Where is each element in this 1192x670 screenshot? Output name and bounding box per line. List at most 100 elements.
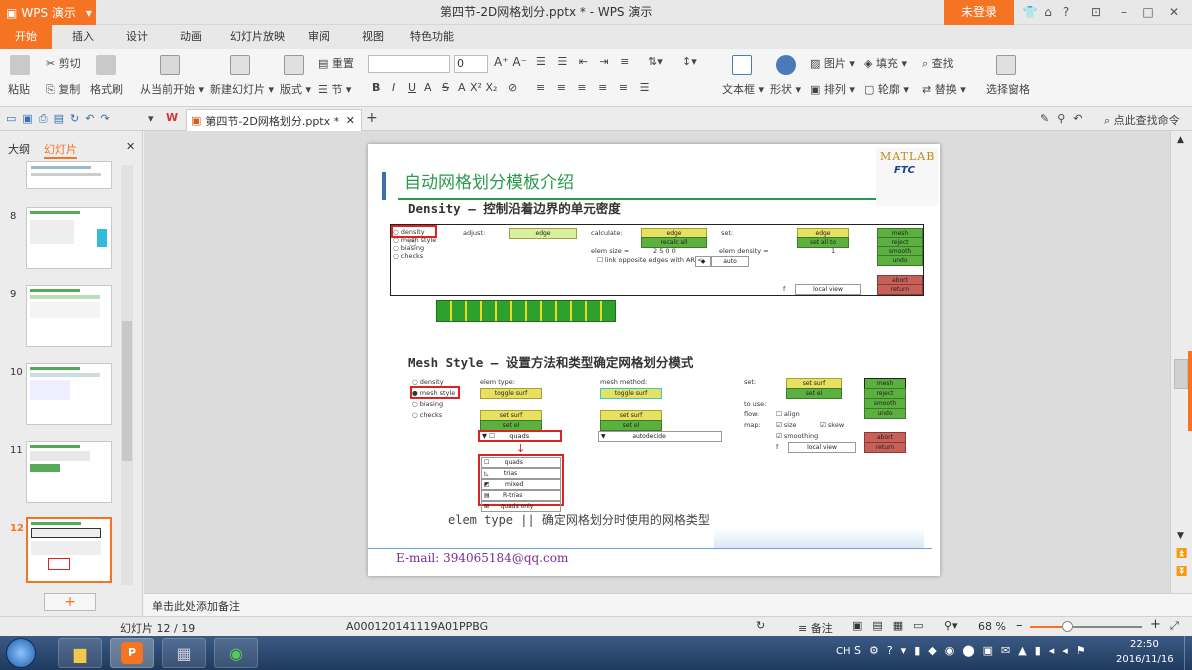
select-pane-button[interactable]: 选择窗格 — [986, 81, 1030, 97]
font-size-select[interactable]: 0 — [454, 55, 488, 73]
fit-icon[interactable]: ⚲▾ — [944, 619, 958, 632]
shape-button[interactable]: 形状 ▾ — [770, 81, 801, 97]
quick-access-dropdown-icon[interactable]: ▾ — [148, 112, 154, 125]
minimize-icon[interactable]: – — [1116, 4, 1132, 20]
scroll-thumb[interactable] — [1174, 359, 1188, 389]
grow-font-icon[interactable]: A⁺ A⁻ — [494, 55, 527, 69]
new-tab-icon[interactable]: + — [366, 110, 378, 126]
scroll-up-icon[interactable]: ▲ — [1177, 135, 1184, 145]
browser-task[interactable]: ◉ — [214, 638, 258, 668]
tab-home[interactable]: 开始 — [0, 25, 52, 49]
outline-button[interactable]: ▢ 轮廓 ▾ — [864, 81, 909, 97]
app-menu-button[interactable]: ▣ WPS 演示 ▾ — [0, 0, 96, 25]
close-icon[interactable]: ✕ — [1166, 4, 1182, 20]
input-lang[interactable]: CH — [836, 646, 851, 657]
align-icons[interactable]: ≡ ≡ ≡ ≡ ≡ ☰ — [536, 81, 653, 94]
strikethrough-icon[interactable]: S — [442, 81, 449, 94]
local-view-field[interactable]: local view — [795, 284, 861, 295]
undo-2-button[interactable]: undo — [864, 408, 906, 419]
fill-button[interactable]: ◈ 填充 ▾ — [864, 55, 907, 71]
auto-field[interactable]: auto — [711, 256, 749, 267]
wps-w-icon[interactable]: W — [166, 111, 178, 124]
find-button[interactable]: ⌕ 查找 — [922, 55, 954, 71]
dropdown-item[interactable]: ◺ trias — [481, 468, 561, 479]
line-spacing-icon[interactable]: ↕▾ — [682, 55, 697, 68]
from-current-button[interactable]: 从当前开始 ▾ — [140, 81, 204, 97]
toolbar-icons[interactable]: ✎⚲↶ — [1040, 112, 1091, 125]
view-mode-icons[interactable]: ▣▤▦▭ — [852, 619, 934, 632]
list-icons[interactable]: ☰ ☰ ⇤ ⇥ ≡ — [536, 55, 633, 68]
grid-app-task[interactable]: ▦ — [162, 638, 206, 668]
bold-icon[interactable]: B — [372, 81, 380, 94]
local-view-2-field[interactable]: local view — [788, 442, 856, 453]
slide-thumbnail[interactable] — [26, 161, 112, 189]
tab-view[interactable]: 视图 — [362, 25, 384, 49]
stage-scrollbar[interactable]: ▲ ▼ ⏫ ⏬ — [1170, 131, 1192, 593]
tab-review[interactable]: 审阅 — [308, 25, 330, 49]
cut-button[interactable]: ✂ 剪切 — [46, 55, 81, 71]
set-el-3-button[interactable]: set el — [786, 388, 842, 399]
textbox-icon[interactable] — [732, 55, 752, 75]
paste-button[interactable]: 粘贴 — [8, 81, 30, 97]
font-name-select[interactable] — [368, 55, 450, 73]
close-tab-icon[interactable]: ✕ — [346, 114, 355, 127]
panel-scrollbar[interactable] — [121, 165, 133, 585]
layout-button[interactable]: 版式 ▾ — [280, 81, 311, 97]
superscript-icon[interactable]: X² X₂ — [470, 81, 497, 94]
text-direction-icon[interactable]: ⇅▾ — [648, 55, 663, 68]
document-tab[interactable]: ▣ 第四节-2D网格划分.pptx * ✕ — [186, 109, 362, 131]
explorer-task[interactable]: ▆ — [58, 638, 102, 668]
elem-toggle-surf-button[interactable]: toggle surf — [480, 388, 542, 399]
notes-area[interactable]: 单击此处添加备注 — [144, 593, 1192, 616]
zoom-slider-thumb[interactable] — [1062, 621, 1073, 632]
layout-icon[interactable] — [284, 55, 304, 75]
textbox-button[interactable]: 文本框 ▾ — [722, 81, 764, 97]
tab-special[interactable]: 特色功能 — [410, 25, 454, 49]
restore-view-icon[interactable]: ⊡ — [1088, 4, 1104, 20]
reset-button[interactable]: ▤ 重置 — [318, 55, 354, 71]
slide-thumbnail[interactable] — [26, 207, 112, 269]
shape-icon[interactable] — [776, 55, 796, 75]
zoom-slider[interactable] — [1030, 621, 1142, 632]
fit-window-icon[interactable]: ⤢ — [1170, 619, 1179, 633]
quick-access-icons[interactable]: ▭▣⎙▤↻↶↷ — [6, 112, 116, 126]
new-slide-icon[interactable] — [230, 55, 250, 75]
shadow-text-icon[interactable]: A — [458, 81, 466, 94]
tab-insert[interactable]: 插入 — [72, 25, 94, 49]
set-all-to-button[interactable]: set all to — [797, 237, 849, 248]
prev-slide-icon[interactable]: ⏫ — [1176, 549, 1187, 559]
side-handle[interactable] — [1188, 351, 1192, 431]
next-slide-icon[interactable]: ⏬ — [1176, 567, 1187, 577]
zoom-in-icon[interactable]: + — [1150, 617, 1161, 632]
slide-thumbnail[interactable] — [26, 441, 112, 503]
method-toggle-surf-button[interactable]: toggle surf — [600, 388, 662, 399]
tab-slideshow[interactable]: 幻灯片放映 — [230, 25, 285, 49]
wps-task[interactable]: P — [110, 638, 154, 668]
slide-canvas[interactable]: 自动网格划分模板介绍 MATLAB FTC Density – 控制沿着边界的单… — [368, 144, 940, 576]
search-command[interactable]: ⌕ 点此查找命令 — [1104, 112, 1180, 128]
slide-thumbnail[interactable] — [26, 363, 112, 425]
image-button[interactable]: ▨ 图片 ▾ — [810, 55, 855, 71]
italic-icon[interactable]: I — [392, 81, 395, 94]
set-el-2-button[interactable]: set el — [600, 420, 662, 431]
maximize-icon[interactable]: □ — [1140, 4, 1156, 20]
replace-button[interactable]: ⇄ 替换 ▾ — [922, 81, 966, 97]
close-panel-icon[interactable]: ✕ — [126, 140, 135, 153]
dropdown-item[interactable]: ◩ mixed — [481, 479, 561, 490]
return-button[interactable]: return — [877, 284, 923, 295]
login-button[interactable]: 未登录 — [944, 0, 1014, 25]
pin-icon[interactable]: ⌂ — [1040, 4, 1056, 20]
slideshow-icon[interactable] — [160, 55, 180, 75]
sync-icon[interactable]: ↻ — [756, 619, 765, 632]
scroll-down-icon[interactable]: ▼ — [1177, 531, 1184, 541]
show-desktop-button[interactable] — [1184, 636, 1192, 670]
adjust-edge-button[interactable]: edge — [509, 228, 577, 239]
dropdown-item[interactable]: ☐ quads — [481, 457, 561, 468]
tab-outline[interactable]: 大纲 — [8, 141, 30, 157]
format-painter-button[interactable]: 格式刷 — [90, 81, 123, 97]
help-icon[interactable]: ? — [1058, 4, 1074, 20]
notes-toggle[interactable]: ≡ 备注 — [798, 620, 833, 636]
add-slide-button[interactable]: + — [44, 593, 96, 611]
link-ar-spinner[interactable]: ◆ — [695, 256, 711, 267]
slide-thumbnail[interactable] — [26, 285, 112, 347]
